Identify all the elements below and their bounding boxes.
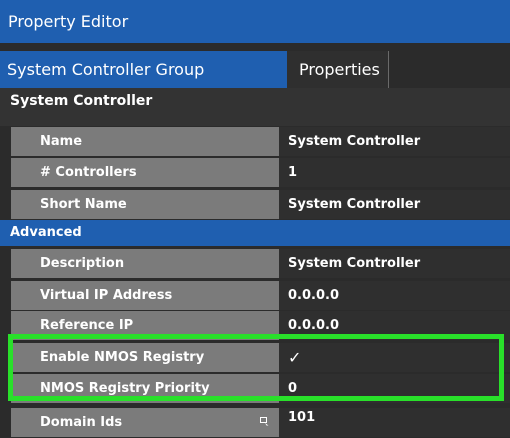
property-value[interactable]: 101 — [279, 408, 510, 437]
property-value[interactable]: 0 — [279, 374, 510, 403]
property-value[interactable]: 0.0.0.0 — [279, 311, 510, 340]
property-row-domain-ids: Domain Ids 101 — [0, 408, 510, 438]
tab-properties[interactable]: Properties — [287, 51, 389, 88]
property-row-description: Description System Controller — [0, 249, 510, 279]
property-value[interactable]: 1 — [279, 158, 510, 187]
property-label: # Controllers — [11, 158, 279, 187]
property-label: Short Name — [11, 190, 279, 219]
property-label: Domain Ids — [11, 408, 279, 437]
property-label-text: Domain Ids — [40, 415, 123, 430]
section-advanced: Advanced — [0, 220, 510, 246]
tab-system-controller-group-properties[interactable]: System Controller Group Properties — [0, 51, 287, 116]
property-row-reference-ip: Reference IP 0.0.0.0 — [0, 311, 510, 341]
property-row-controllers: # Controllers 1 — [0, 158, 510, 188]
property-label: Name — [11, 127, 279, 156]
edit-icon[interactable] — [260, 417, 269, 426]
property-label: NMOS Registry Priority — [11, 374, 279, 403]
property-row-name: Name System Controller — [0, 127, 510, 157]
property-label: Enable NMOS Registry — [11, 343, 279, 372]
property-label: Virtual IP Address — [11, 281, 279, 310]
window-title: Property Editor — [0, 0, 510, 43]
section-system-controller: System Controller — [0, 88, 510, 126]
enable-nmos-registry-checkbox[interactable]: ✓ — [279, 343, 510, 372]
checkmark-icon: ✓ — [288, 348, 302, 367]
property-row-nmos-registry-priority: NMOS Registry Priority 0 — [0, 374, 510, 404]
property-value[interactable]: System Controller — [279, 190, 510, 219]
tab-bar: System Controller Group Properties Prope… — [0, 51, 510, 116]
property-row-short-name: Short Name System Controller — [0, 190, 510, 220]
property-value[interactable]: System Controller — [279, 127, 510, 156]
property-label: Reference IP — [11, 311, 279, 340]
property-value[interactable]: System Controller — [279, 249, 510, 278]
property-value[interactable]: 0.0.0.0 — [279, 281, 510, 310]
property-row-enable-nmos-registry: Enable NMOS Registry ✓ — [0, 343, 510, 373]
property-label: Description — [11, 249, 279, 278]
property-row-virtual-ip: Virtual IP Address 0.0.0.0 — [0, 281, 510, 311]
